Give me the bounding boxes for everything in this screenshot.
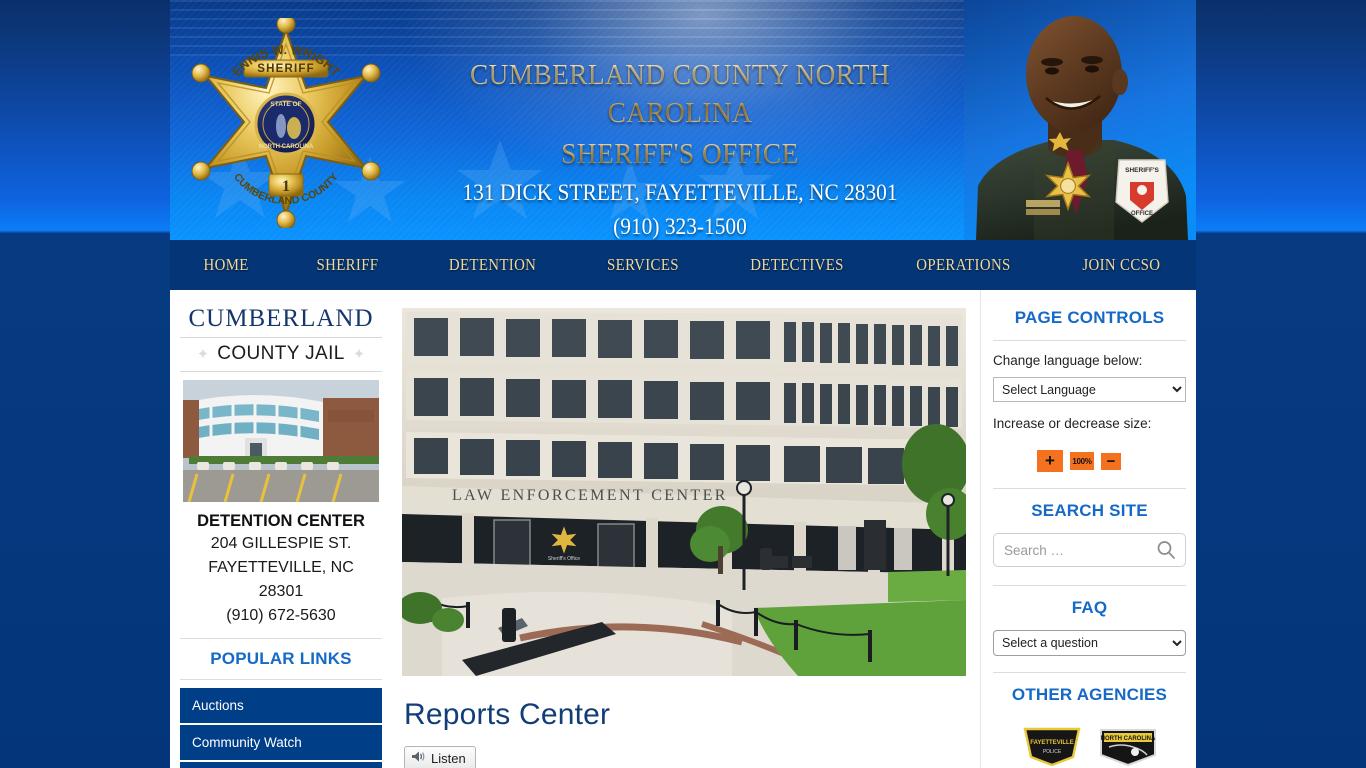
popular-link-gun-permits[interactable]: Gun Permits / Fingerprints [180,762,382,768]
banner-title-block: CUMBERLAND COUNTY NORTH CAROLINA SHERIFF… [385,56,975,240]
facility-name: DETENTION CENTER [197,512,365,530]
listen-button-label: Listen [431,750,466,766]
sheriff-star-badge-icon: STATE OF NORTH CAROLINA SHERIFF ENNIS W.… [186,14,386,230]
page-container: STATE OF NORTH CAROLINA SHERIFF ENNIS W.… [170,0,1211,768]
sidebar-divider-2 [180,371,382,372]
address-line-1: 204 GILLESPIE ST. [210,535,352,552]
svg-text:POLICE: POLICE [1042,749,1061,755]
page-title: Reports Center [404,698,611,731]
sidebar-divider-1 [180,337,382,338]
sidebar-heading-row: ✦ COUNTY JAIL ✦ [180,341,382,368]
rail-divider-2 [993,488,1186,489]
popular-link-community-watch[interactable]: Community Watch [180,725,382,760]
rail-divider-4 [993,672,1186,673]
search-input[interactable] [994,534,1211,566]
increase-font-size-button[interactable]: + [1037,450,1063,472]
svg-text:1: 1 [282,178,290,195]
agency-logo-fayetteville-police-icon[interactable]: FAYETTEVILLE POLICE [1021,727,1083,767]
language-select[interactable]: Select Language [993,377,1186,402]
right-rail: PAGE CONTROLS Change language below: Sel… [980,290,1211,768]
svg-text:SHERIFF'S: SHERIFF'S [1125,167,1159,174]
rail-divider-3 [993,585,1186,586]
banner-title-line1: CUMBERLAND COUNTY NORTH CAROLINA [403,56,958,132]
nav-item-sheriff[interactable]: SHERIFF [289,255,407,275]
popular-links-list: Auctions Community Watch Gun Permits / F… [180,679,382,768]
detention-center-photo [183,380,379,502]
popular-links-heading: POPULAR LINKS [210,649,352,668]
building-sign-text: LAW ENFORCEMENT CENTER [452,487,728,504]
banner-phone: (910) 323-1500 [613,214,747,239]
banner-title-line2: SHERIFF'S OFFICE [403,132,958,176]
svg-text:SHERIFF: SHERIFF [257,63,315,75]
address-line-3: 28301 [258,583,304,600]
speaker-icon [411,750,426,766]
nav-item-services[interactable]: SERVICES [580,255,708,275]
ornament-star-left-icon: ✦ [196,345,210,363]
facility-phone: (910) 672-5630 [226,607,336,624]
reset-font-size-button[interactable]: 100% [1070,452,1094,470]
nav-item-home[interactable]: HOME [176,255,277,275]
svg-text:NORTH CAROLINA: NORTH CAROLINA [1100,736,1155,742]
language-label: Change language below: [993,353,1143,368]
rail-divider-1 [993,340,1186,341]
search-icon[interactable] [1156,540,1176,565]
rail-spacer [993,656,1186,672]
nav-item-detention[interactable]: DETENTION [421,255,564,275]
svg-text:FAYETTEVILLE: FAYETTEVILLE [1030,740,1073,746]
main-column: LAW ENFORCEMENT CENTER Sheriff's Office … [392,290,980,768]
site-banner: STATE OF NORTH CAROLINA SHERIFF ENNIS W.… [170,0,1196,240]
content-area: CUMBERLAND ✦ COUNTY JAIL ✦ DETENTION CEN… [170,290,1211,768]
faq-select[interactable]: Select a question [993,630,1186,656]
agency-logo-north-carolina-icon[interactable]: NORTH CAROLINA [1097,727,1159,767]
nav-item-detectives[interactable]: DETECTIVES [723,255,872,275]
search-box [993,533,1211,567]
nav-item-operations[interactable]: OPERATIONS [889,255,1039,275]
left-sidebar: CUMBERLAND ✦ COUNTY JAIL ✦ DETENTION CEN… [170,290,392,768]
address-line-2: FAYETTEVILLE, NC [208,559,354,576]
svg-text:NORTH CAROLINA: NORTH CAROLINA [259,144,314,150]
page-controls-heading: PAGE CONTROLS [1014,308,1165,327]
other-agencies-heading: OTHER AGENCIES [1011,685,1168,704]
nav-item-join-ccso[interactable]: JOIN CCSO [1055,255,1189,275]
law-enforcement-center-photo: LAW ENFORCEMENT CENTER Sheriff's Office [402,308,966,676]
ornament-star-right-icon: ✦ [352,345,366,363]
main-navigation: HOME SHERIFF DETENTION SERVICES DETECTIV… [170,240,1196,290]
detention-center-address: DETENTION CENTER 204 GILLESPIE ST. FAYET… [180,502,382,636]
search-site-heading: SEARCH SITE [1031,501,1148,520]
font-size-controls: + 100% − [993,440,1186,488]
listen-button[interactable]: Listen [404,746,476,768]
sidebar-heading-county-jail: COUNTY JAIL [217,343,345,364]
svg-text:OFFICE: OFFICE [1131,211,1153,217]
banner-address: 131 DICK STREET, FAYETTEVILLE, NC 28301 [462,180,898,205]
sidebar-heading-cumberland: CUMBERLAND [188,305,374,332]
font-size-label: Increase or decrease size: [993,416,1152,431]
svg-text:Sheriff's Office: Sheriff's Office [548,556,580,562]
faq-heading: FAQ [1071,598,1108,617]
sheriff-portrait-photo: SHERIFF'S OFFICE [964,0,1196,240]
popular-link-auctions[interactable]: Auctions [180,688,382,723]
decrease-font-size-button[interactable]: − [1101,452,1121,470]
svg-text:STATE OF: STATE OF [270,101,301,108]
other-agencies-logos: FAYETTEVILLE POLICE NORTH CAROLINA [993,717,1186,767]
